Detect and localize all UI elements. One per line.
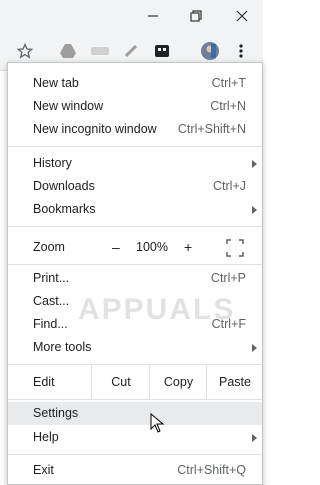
menu-item-label: Help [33, 430, 59, 444]
submenu-arrow-icon [252, 160, 257, 168]
submenu-arrow-icon [252, 206, 257, 214]
zoom-level: 100% [136, 240, 168, 254]
restore-button[interactable] [186, 7, 206, 25]
menu-separator [8, 146, 262, 147]
drive-icon [60, 44, 76, 58]
menu-item-settings[interactable]: Settings [8, 402, 262, 425]
menu-dots-icon [239, 44, 243, 58]
menu-item-new-incognito[interactable]: New incognito window Ctrl+Shift+N [8, 118, 262, 141]
menu-item-find[interactable]: Find... Ctrl+F [8, 313, 262, 336]
menu-item-shortcut: Ctrl+Shift+N [177, 122, 246, 136]
menu-item-shortcut: Ctrl+J [213, 179, 246, 193]
chrome-main-menu: New tab Ctrl+T New window Ctrl+N New inc… [7, 62, 263, 485]
media-icon [155, 45, 169, 57]
menu-item-cast[interactable]: Cast... [8, 290, 262, 313]
menu-item-label: Print... [33, 271, 70, 285]
menu-item-shortcut: Ctrl+P [210, 271, 246, 285]
cut-button[interactable]: Cut [91, 365, 150, 399]
media-extension-button[interactable] [151, 40, 173, 62]
copy-button[interactable]: Copy [149, 365, 207, 399]
zoom-in-button[interactable]: + [184, 239, 192, 255]
menu-item-label: More tools [33, 340, 92, 354]
menu-item-history[interactable]: History [8, 152, 262, 175]
menu-separator [8, 226, 262, 227]
menu-item-label: Bookmarks [33, 202, 96, 216]
menu-item-label: New tab [33, 76, 79, 90]
extension-button[interactable] [89, 40, 111, 62]
title-bar [0, 0, 263, 32]
bookmark-star-button[interactable] [14, 40, 36, 62]
menu-item-label: New incognito window [33, 122, 157, 136]
menu-item-label: Settings [33, 406, 79, 420]
drive-extension-button[interactable] [57, 40, 79, 62]
menu-separator [8, 399, 262, 400]
menu-separator [8, 264, 262, 265]
submenu-arrow-icon [252, 434, 257, 442]
menu-item-shortcut: Ctrl+F [211, 317, 246, 331]
menu-item-shortcut: Ctrl+Shift+Q [177, 463, 246, 477]
menu-item-new-window[interactable]: New window Ctrl+N [8, 95, 262, 118]
menu-item-label: Find... [33, 317, 68, 331]
menu-separator [8, 454, 262, 455]
star-icon [17, 43, 33, 59]
submenu-arrow-icon [252, 344, 257, 352]
fullscreen-icon[interactable] [226, 239, 244, 257]
edit-row: Edit Cut Copy Paste [8, 365, 262, 399]
paste-button[interactable]: Paste [206, 365, 263, 399]
menu-item-more-tools[interactable]: More tools [8, 336, 262, 359]
restore-icon [190, 10, 202, 22]
menu-item-new-tab[interactable]: New tab Ctrl+T [8, 72, 262, 95]
pen-extension-button[interactable] [120, 40, 142, 62]
menu-item-label: Downloads [33, 179, 95, 193]
menu-item-label: Exit [33, 463, 54, 477]
menu-item-help[interactable]: Help [8, 426, 262, 449]
menu-item-label: New window [33, 99, 104, 113]
pen-icon [124, 44, 138, 58]
menu-item-exit[interactable]: Exit Ctrl+Shift+Q [8, 459, 262, 482]
menu-item-bookmarks[interactable]: Bookmarks [8, 198, 262, 221]
minimize-icon [148, 15, 158, 17]
menu-item-label: Cast... [33, 294, 70, 308]
extension-icon [91, 47, 109, 55]
menu-item-shortcut: Ctrl+T [211, 76, 246, 90]
chrome-menu-button[interactable] [230, 40, 252, 62]
zoom-label: Zoom [33, 240, 65, 254]
close-icon [236, 10, 248, 22]
zoom-out-button[interactable]: – [112, 239, 120, 255]
menu-item-print[interactable]: Print... Ctrl+P [8, 267, 262, 290]
menu-item-shortcut: Ctrl+N [210, 99, 246, 113]
menu-item-label: History [33, 156, 72, 170]
close-window-button[interactable] [232, 7, 252, 25]
avatar [201, 42, 219, 60]
minimize-button[interactable] [143, 7, 163, 25]
zoom-row: Zoom – 100% + [8, 233, 262, 263]
edit-label: Edit [33, 375, 55, 389]
profile-button[interactable] [199, 40, 221, 62]
menu-item-downloads[interactable]: Downloads Ctrl+J [8, 175, 262, 198]
cursor-icon [150, 413, 164, 433]
